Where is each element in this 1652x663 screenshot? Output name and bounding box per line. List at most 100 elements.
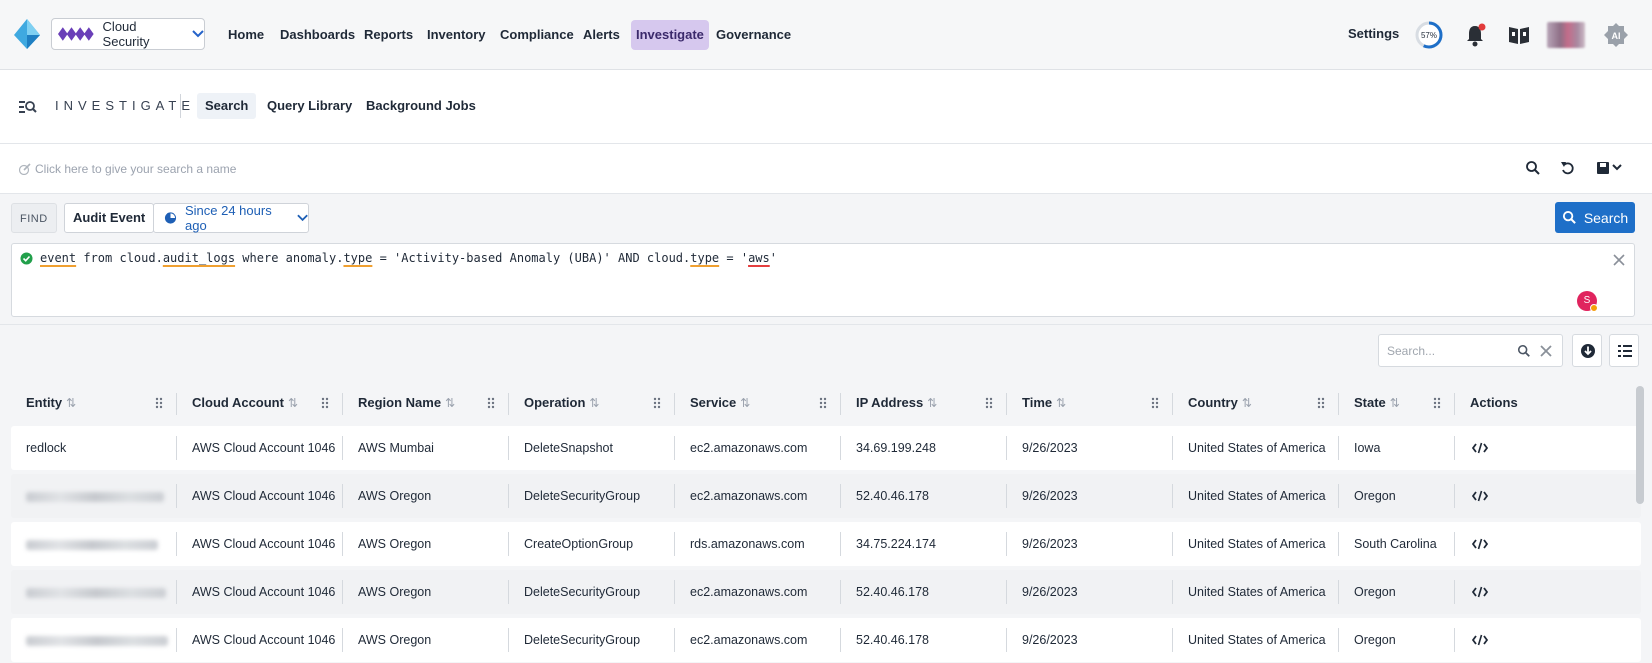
column-settings-button[interactable]	[1609, 334, 1639, 367]
sort-icon[interactable]: ⇅	[927, 396, 937, 410]
query-token: type	[690, 251, 720, 265]
cell-ip-address: 34.75.224.174	[856, 537, 936, 551]
settings-link[interactable]: Settings	[1348, 26, 1399, 41]
bell-icon[interactable]	[1464, 23, 1486, 47]
cell-divider	[1454, 580, 1455, 604]
cell-state: Iowa	[1354, 441, 1381, 455]
column-header-country[interactable]: Country ⇅	[1173, 383, 1339, 423]
progress-ring[interactable]: 57%	[1414, 20, 1444, 50]
book-icon[interactable]	[1508, 24, 1530, 46]
cell-entity	[11, 570, 177, 614]
drag-handle-icon[interactable]	[1433, 397, 1441, 409]
table-row[interactable]: AWS Cloud Account 1046 AWS Oregon DeleteSe…	[11, 474, 1641, 518]
table-row[interactable]: AWS Cloud Account 1046 AWS Oregon DeleteSe…	[11, 618, 1641, 662]
nav-dashboards[interactable]: Dashboards	[275, 20, 360, 50]
cell-service: ec2.amazonaws.com	[690, 489, 808, 503]
query-token: event	[40, 251, 77, 265]
sort-icon[interactable]: ⇅	[1242, 396, 1252, 410]
scrollbar[interactable]	[1636, 386, 1644, 504]
search-icon	[1562, 210, 1576, 224]
search-name-field[interactable]: Click here to give your search a name	[19, 162, 236, 176]
save-menu-icon[interactable]	[1596, 160, 1626, 176]
cell-operation: DeleteSecurityGroup	[524, 585, 641, 599]
drag-handle-icon[interactable]	[321, 397, 329, 409]
nav-governance[interactable]: Governance	[711, 20, 796, 50]
logo-icon[interactable]	[14, 19, 40, 49]
undo-icon[interactable]	[1560, 160, 1576, 176]
search-icon[interactable]	[1525, 160, 1541, 176]
column-header-entity[interactable]: Entity ⇅	[11, 383, 177, 423]
nav-home[interactable]: Home	[223, 20, 269, 50]
time-range-selector[interactable]: Since 24 hours ago	[153, 203, 309, 233]
nav-alerts[interactable]: Alerts	[578, 20, 625, 50]
search-button[interactable]: Search	[1555, 202, 1635, 233]
nav-investigate[interactable]: Investigate	[631, 20, 709, 50]
close-icon[interactable]	[1612, 253, 1626, 267]
query-text[interactable]: event from cloud.audit_logs where anomal…	[40, 251, 777, 265]
tab-background-jobs[interactable]: Background Jobs	[358, 93, 484, 119]
sort-icon[interactable]: ⇅	[288, 396, 298, 410]
check-circle-icon	[20, 252, 33, 265]
cell-operation: DeleteSecurityGroup	[524, 489, 641, 503]
sort-icon[interactable]: ⇅	[66, 396, 76, 410]
column-header-time[interactable]: Time ⇅	[1007, 383, 1173, 423]
cell-cloud-account: AWS Cloud Account 1046	[192, 537, 336, 551]
code-view-icon[interactable]	[1472, 490, 1488, 502]
table-search-input[interactable]: Search...	[1378, 334, 1563, 367]
table-row[interactable]: AWS Cloud Account 1046 AWS Oregon DeleteSe…	[11, 570, 1641, 614]
cell-operation: CreateOptionGroup	[524, 537, 634, 551]
drag-handle-icon[interactable]	[487, 397, 495, 409]
column-header-service[interactable]: Service ⇅	[675, 383, 841, 423]
table-row[interactable]: AWS Cloud Account 1046 AWS Oregon CreateOp…	[11, 522, 1641, 566]
table-row[interactable]: redlock AWS Cloud Account 1046 AWS Mumbai D…	[11, 426, 1641, 470]
redacted-entity	[26, 491, 164, 502]
avatar[interactable]	[1547, 22, 1585, 48]
search-name-placeholder: Click here to give your search a name	[35, 162, 237, 176]
cell-ip-address: 52.40.46.178	[856, 633, 929, 647]
query-token: audit_logs	[162, 251, 236, 265]
drag-handle-icon[interactable]	[819, 397, 827, 409]
search-icon	[1517, 344, 1530, 357]
column-header-label: Country	[1188, 395, 1238, 410]
column-header-cloud-account[interactable]: Cloud Account ⇅	[177, 383, 343, 423]
code-view-icon[interactable]	[1472, 634, 1488, 646]
code-view-icon[interactable]	[1472, 538, 1488, 550]
cell-cloud-account: AWS Cloud Account 1046	[192, 441, 336, 455]
audit-event-selector[interactable]: Audit Event	[64, 203, 155, 233]
cell-service: ec2.amazonaws.com	[690, 441, 808, 455]
column-header-label: Service	[690, 395, 737, 410]
query-token: = '	[719, 251, 749, 265]
clear-icon[interactable]	[1539, 344, 1553, 358]
cell-state: Oregon	[1354, 633, 1396, 647]
code-view-icon[interactable]	[1472, 442, 1488, 454]
drag-handle-icon[interactable]	[155, 397, 163, 409]
column-header-label: IP Address	[856, 395, 924, 410]
drag-handle-icon[interactable]	[1317, 397, 1325, 409]
tab-search[interactable]: Search	[197, 93, 257, 119]
download-button[interactable]	[1572, 334, 1602, 367]
ai-assistant-icon[interactable]: AI	[1603, 22, 1629, 48]
sort-icon[interactable]: ⇅	[1390, 396, 1400, 410]
investigate-menu-icon[interactable]	[19, 100, 37, 114]
cell-country: United States of America	[1188, 633, 1326, 647]
column-header-actions[interactable]: Actions	[1455, 383, 1641, 423]
sort-icon[interactable]: ⇅	[1056, 396, 1066, 410]
tab-query-library[interactable]: Query Library	[259, 93, 360, 119]
code-view-icon[interactable]	[1472, 586, 1488, 598]
sort-icon[interactable]: ⇅	[740, 396, 750, 410]
nav-inventory[interactable]: Inventory	[422, 20, 491, 50]
nav-reports[interactable]: Reports	[359, 20, 418, 50]
product-switcher[interactable]: Cloud Security	[51, 18, 205, 50]
sort-icon[interactable]: ⇅	[589, 396, 599, 410]
drag-handle-icon[interactable]	[1151, 397, 1159, 409]
column-header-operation[interactable]: Operation ⇅	[509, 383, 675, 423]
column-header-region-name[interactable]: Region Name ⇅	[343, 383, 509, 423]
status-dot	[1590, 304, 1598, 312]
svg-text:AI: AI	[1612, 31, 1621, 41]
query-token: type	[343, 251, 373, 265]
sort-icon[interactable]: ⇅	[445, 396, 455, 410]
column-header-ip-address[interactable]: IP Address ⇅	[841, 383, 1007, 423]
drag-handle-icon[interactable]	[653, 397, 661, 409]
nav-compliance[interactable]: Compliance	[495, 20, 579, 50]
drag-handle-icon[interactable]	[985, 397, 993, 409]
